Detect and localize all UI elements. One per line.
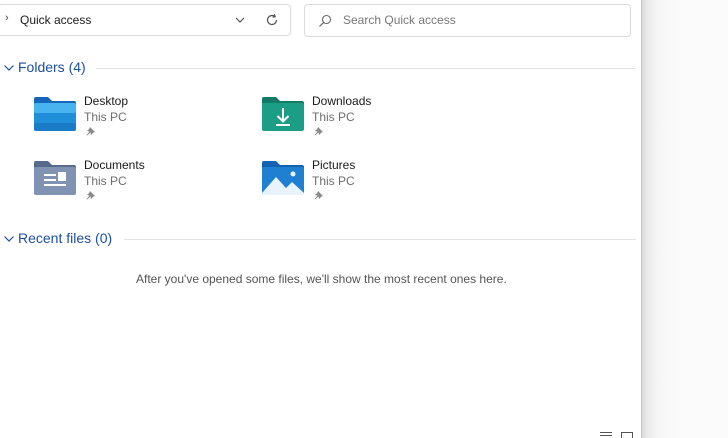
folder-name: Pictures bbox=[312, 158, 356, 172]
pin-icon bbox=[314, 127, 323, 136]
folder-name: Documents bbox=[84, 158, 145, 172]
folder-tile-pictures[interactable]: Pictures This PC bbox=[262, 157, 462, 207]
recent-files-empty-message: After you've opened some files, we'll sh… bbox=[136, 272, 507, 286]
folders-section-header[interactable]: Folders (4) bbox=[0, 59, 636, 79]
desktop-background bbox=[642, 0, 728, 438]
folders-section-title: Folders (4) bbox=[18, 59, 86, 75]
pin-icon bbox=[86, 191, 95, 200]
section-divider bbox=[124, 239, 636, 240]
section-divider bbox=[96, 68, 636, 69]
search-box[interactable] bbox=[304, 4, 631, 37]
file-explorer-window: › Quick access Folders (4) bbox=[0, 0, 642, 438]
address-path[interactable]: Quick access bbox=[20, 13, 91, 27]
folder-location: This PC bbox=[84, 174, 127, 188]
desktop-folder-icon bbox=[34, 97, 76, 131]
recent-files-section-title: Recent files (0) bbox=[18, 230, 113, 246]
screen: › Quick access Folders (4) bbox=[0, 0, 728, 438]
search-input[interactable] bbox=[343, 11, 623, 29]
refresh-icon[interactable] bbox=[265, 13, 279, 27]
folder-tile-downloads[interactable]: Downloads This PC bbox=[262, 93, 462, 143]
folder-location: This PC bbox=[84, 110, 127, 124]
chevron-down-icon[interactable] bbox=[233, 13, 247, 27]
folder-tile-desktop[interactable]: Desktop This PC bbox=[34, 93, 234, 143]
documents-folder-icon bbox=[34, 161, 76, 195]
chevron-down-icon[interactable] bbox=[3, 62, 15, 74]
pin-icon bbox=[314, 191, 323, 200]
downloads-folder-icon bbox=[262, 97, 304, 131]
recent-files-section-header[interactable]: Recent files (0) bbox=[0, 230, 636, 250]
large-icons-view-icon[interactable] bbox=[621, 431, 633, 438]
folder-name: Downloads bbox=[312, 94, 372, 108]
folder-location: This PC bbox=[312, 110, 355, 124]
chevron-down-icon[interactable] bbox=[3, 233, 15, 245]
details-view-icon[interactable] bbox=[600, 431, 612, 438]
folder-name: Desktop bbox=[84, 94, 129, 108]
address-bar[interactable]: › Quick access bbox=[0, 4, 291, 36]
search-icon bbox=[319, 14, 332, 27]
folder-location: This PC bbox=[312, 174, 355, 188]
folder-tile-documents[interactable]: Documents This PC bbox=[34, 157, 234, 207]
pictures-folder-icon bbox=[262, 161, 304, 195]
breadcrumb-chevron-icon[interactable]: › bbox=[5, 12, 9, 24]
pin-icon bbox=[86, 127, 95, 136]
